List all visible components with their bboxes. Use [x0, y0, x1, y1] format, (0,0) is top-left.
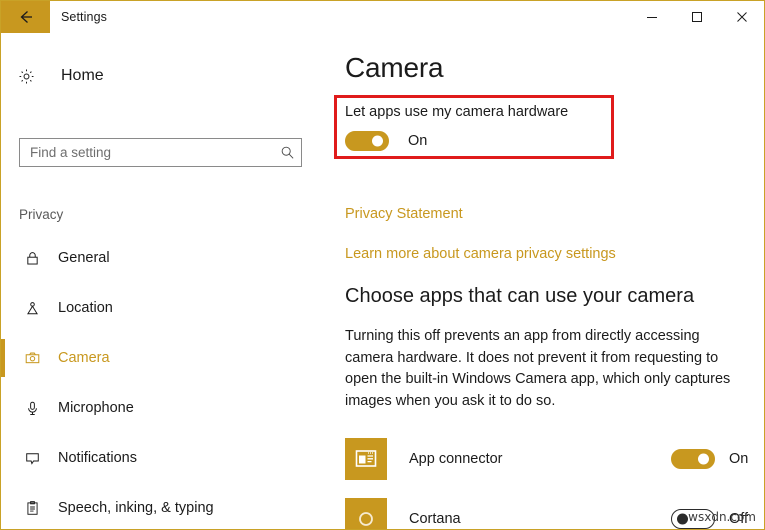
sidebar-nav-list: General Location [1, 233, 319, 530]
back-button[interactable] [1, 1, 50, 33]
sidebar-item-label: General [58, 250, 110, 266]
close-button[interactable] [719, 1, 764, 33]
cortana-circle-icon [345, 498, 387, 530]
notification-bubble-icon [18, 450, 46, 467]
gear-icon [17, 67, 51, 86]
minimize-icon [646, 11, 658, 23]
microphone-icon [18, 400, 46, 417]
search-icon[interactable] [273, 145, 301, 160]
sidebar-section-label: Privacy [19, 207, 63, 222]
search-input[interactable] [20, 139, 273, 166]
toggle-knob [698, 454, 709, 465]
selection-accent [1, 239, 5, 277]
page-title: Camera [345, 52, 443, 84]
selection-accent [1, 289, 5, 327]
camera-hardware-toggle-state: On [408, 133, 427, 149]
search-box[interactable] [19, 138, 302, 167]
app-toggle-state: On [729, 451, 755, 467]
camera-hardware-label: Let apps use my camera hardware [345, 104, 568, 120]
camera-hardware-toggle[interactable] [345, 131, 389, 151]
lock-icon [18, 250, 46, 267]
sidebar-item-label: Camera [58, 350, 110, 366]
window-title: Settings [61, 1, 107, 33]
selection-accent [1, 489, 5, 527]
close-icon [736, 11, 748, 23]
sidebar-item-location[interactable]: Location [1, 283, 319, 333]
toggle-knob [372, 136, 383, 147]
app-name: Cortana [409, 511, 461, 527]
selection-accent [1, 439, 5, 477]
sidebar-item-label: Microphone [58, 400, 134, 416]
toggle-knob [677, 514, 688, 525]
selection-accent [1, 339, 5, 377]
apps-section-heading: Choose apps that can use your camera [345, 285, 694, 308]
sidebar-item-notifications[interactable]: Notifications [1, 433, 319, 483]
learn-more-link[interactable]: Learn more about camera privacy settings [345, 246, 616, 262]
sidebar-item-general[interactable]: General [1, 233, 319, 283]
app-name: App connector [409, 451, 503, 467]
sidebar-item-label: Speech, inking, & typing [58, 500, 214, 516]
app-connector-tile-icon [345, 438, 387, 480]
sidebar-item-speech-inking-typing[interactable]: Speech, inking, & typing [1, 483, 319, 530]
minimize-button[interactable] [629, 1, 674, 33]
app-toggle-group: On [671, 449, 755, 469]
sidebar-item-microphone[interactable]: Microphone [1, 383, 319, 433]
watermark: wsxdn.com [688, 510, 756, 524]
sidebar-item-camera[interactable]: Camera [1, 333, 319, 383]
location-pin-icon [18, 300, 46, 317]
settings-window: Settings [0, 0, 765, 530]
privacy-statement-link[interactable]: Privacy Statement [345, 206, 463, 222]
camera-icon [18, 350, 46, 367]
app-toggle[interactable] [671, 449, 715, 469]
apps-section-description: Turning this off prevents an app from di… [345, 326, 740, 412]
sidebar-item-label: Notifications [58, 450, 137, 466]
main-content: Camera Let apps use my camera hardware O… [319, 33, 764, 529]
maximize-icon [691, 11, 703, 23]
sidebar-item-home[interactable]: Home [1, 59, 301, 93]
sidebar-home-label: Home [61, 67, 104, 85]
title-bar: Settings [1, 1, 764, 33]
window-body: Home Privacy [1, 33, 764, 529]
clipboard-icon [18, 500, 46, 517]
app-row: App connector On [345, 429, 755, 489]
sidebar: Home Privacy [1, 33, 319, 529]
window-controls [629, 1, 764, 33]
selection-accent [1, 389, 5, 427]
sidebar-item-label: Location [58, 300, 113, 316]
camera-hardware-toggle-row: On [345, 131, 427, 151]
maximize-button[interactable] [674, 1, 719, 33]
